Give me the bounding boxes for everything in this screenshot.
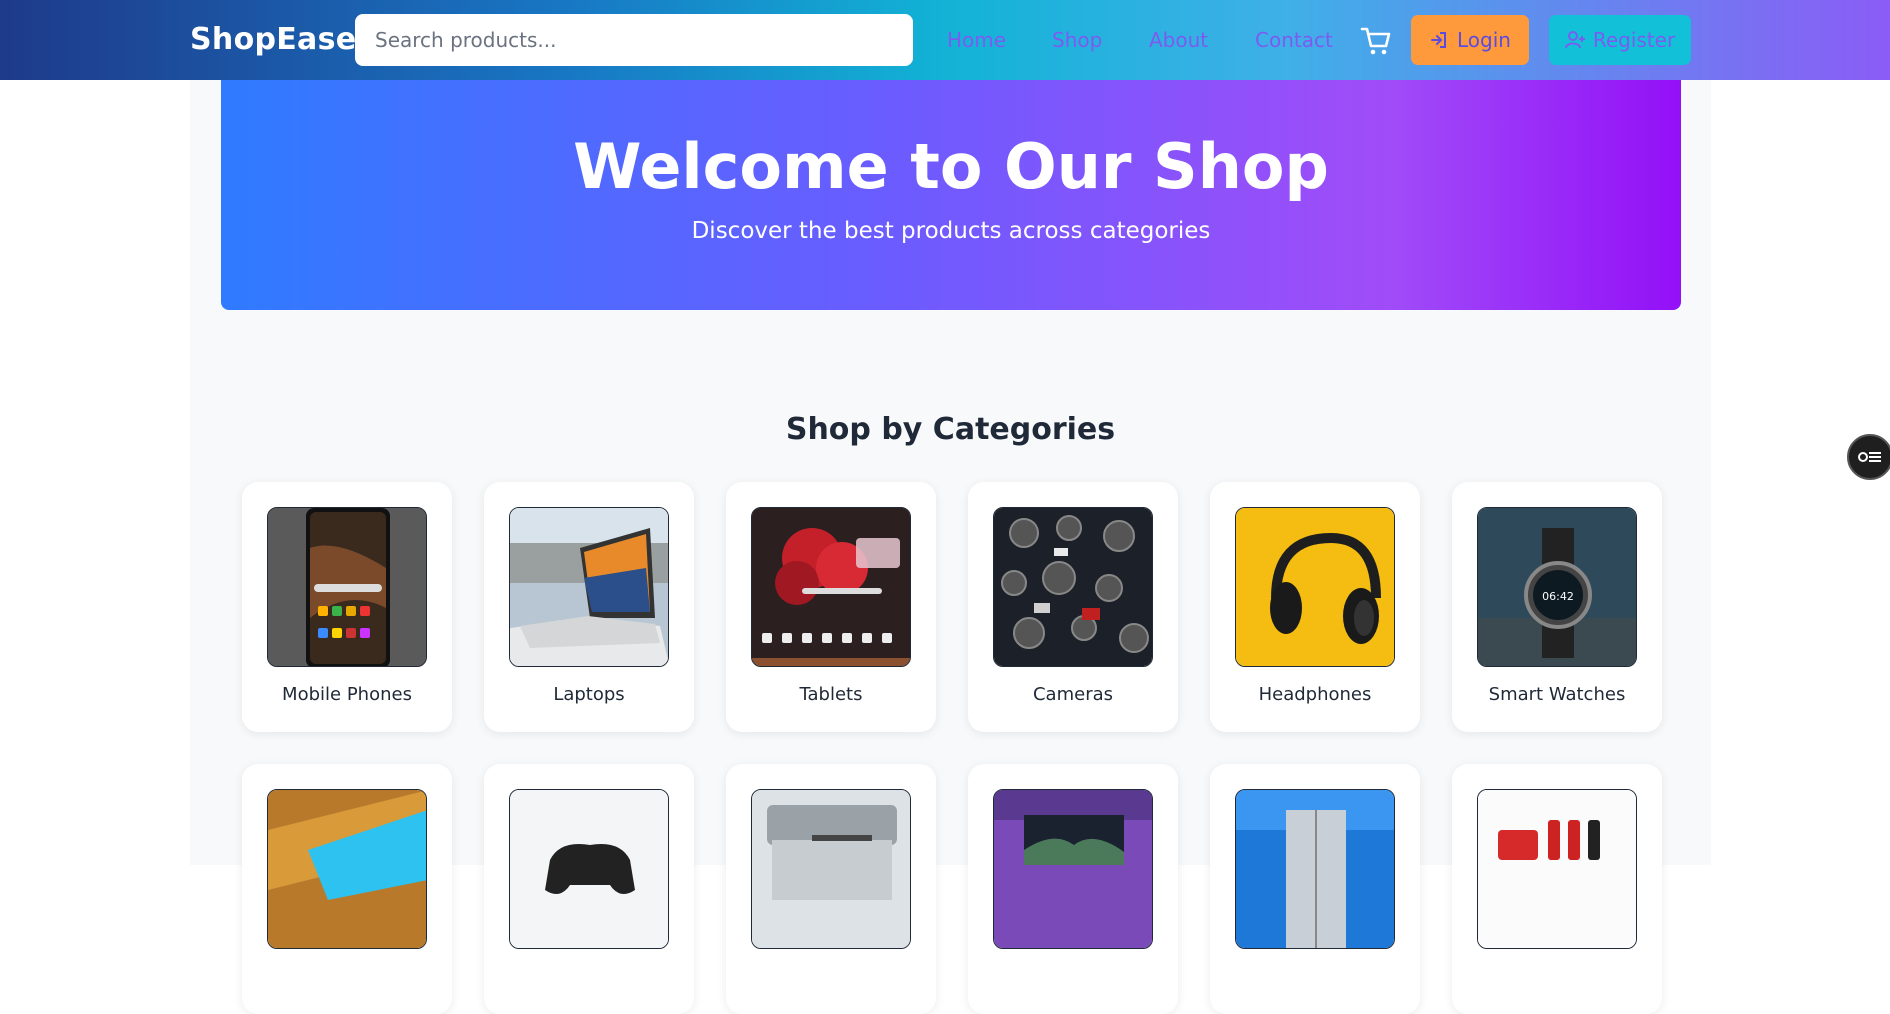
login-icon [1431,32,1447,48]
refrigerator-image [1235,789,1395,949]
category-card-tablets[interactable]: Tablets [726,482,936,732]
category-card-printers[interactable] [726,764,936,1014]
category-card-appliances[interactable] [1210,764,1420,1014]
nav-home-link[interactable]: Home [947,28,1006,52]
printer-image [751,789,911,949]
category-label: Cameras [1032,684,1113,705]
category-label: Mobile Phones [282,684,412,705]
monitor-image [993,789,1153,949]
nav-about-link[interactable]: About [1149,28,1208,52]
floating-settings-button[interactable] [1847,434,1890,480]
smartphone-image [267,507,427,667]
main-content: Welcome to Our Shop Discover the best pr… [190,80,1711,1014]
section-title: Shop by Categories [785,412,1116,447]
hero-title: Welcome to Our Shop [573,130,1329,203]
tv-image [267,789,427,949]
navbar: ShopEase Home Shop About Contact Login R… [0,0,1890,80]
nav-shop-link[interactable]: Shop [1052,28,1102,52]
category-card-headphones[interactable]: Headphones [1210,482,1420,732]
login-label: Login [1457,28,1511,52]
hero-subtitle: Discover the best products across catego… [691,218,1211,244]
category-card-smart-watches[interactable]: 06:42 Smart Watches [1452,482,1662,732]
gamepad-image [509,789,669,949]
category-card-kitchen[interactable] [1452,764,1662,1014]
cameras-image [993,507,1153,667]
login-button[interactable]: Login [1411,15,1529,65]
category-card-monitors[interactable] [968,764,1178,1014]
svg-text:06:42: 06:42 [1542,590,1574,603]
category-label: Smart Watches [1488,684,1626,705]
settings-list-icon [1858,452,1881,462]
laptop-image [509,507,669,667]
category-label: Tablets [799,684,863,705]
tablet-image [751,507,911,667]
register-button[interactable]: Register [1549,15,1691,65]
search-input[interactable] [355,14,913,66]
category-card-laptops[interactable]: Laptops [484,482,694,732]
nav-contact-link[interactable]: Contact [1255,28,1333,52]
hero-banner: Welcome to Our Shop Discover the best pr… [221,80,1681,310]
brand-logo[interactable]: ShopEase [190,22,356,57]
category-label: Laptops [553,684,625,705]
smartwatch-image: 06:42 [1477,507,1637,667]
register-label: Register [1592,28,1676,52]
category-card-tv[interactable] [242,764,452,1014]
cart-icon[interactable] [1360,26,1392,56]
add-user-icon [1564,31,1585,49]
category-card-gaming[interactable] [484,764,694,1014]
category-card-cameras[interactable]: Cameras [968,482,1178,732]
kitchen-appliances-image [1477,789,1637,949]
category-card-mobile-phones[interactable]: Mobile Phones [242,482,452,732]
category-label: Headphones [1258,684,1372,705]
headphones-image [1235,507,1395,667]
